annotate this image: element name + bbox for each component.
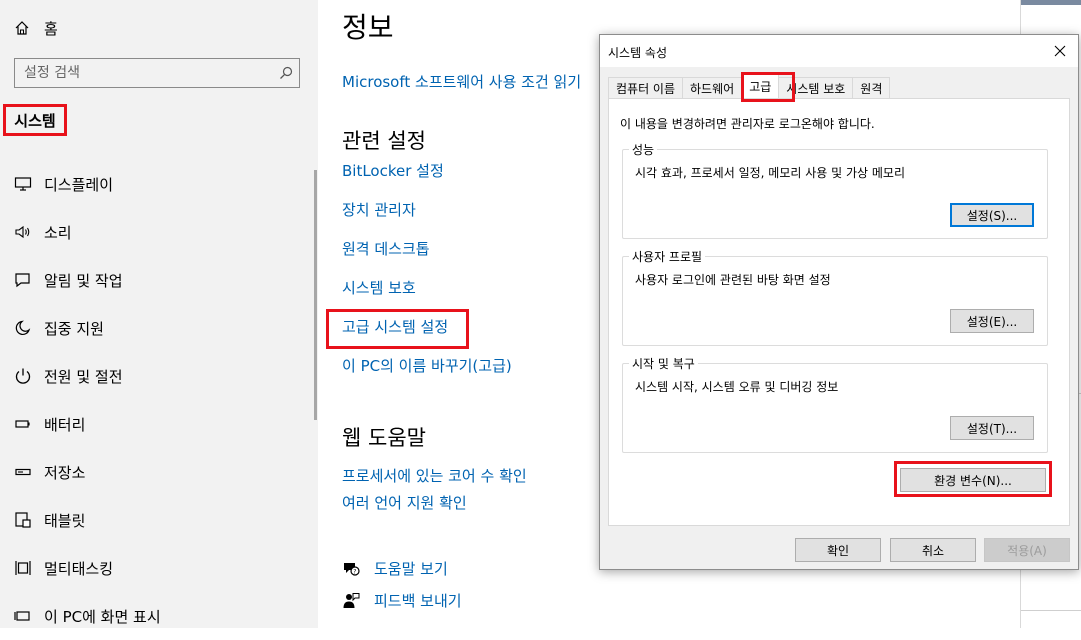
dialog-title: 시스템 속성 <box>608 46 668 60</box>
sidebar-item-project-to-pc[interactable]: 이 PC에 화면 표시 <box>0 592 318 640</box>
sidebar-item-multitasking[interactable]: 멀티태스킹 <box>0 544 318 592</box>
sidebar-item-label: 소리 <box>44 223 72 242</box>
sidebar-item-notifications[interactable]: 알림 및 작업 <box>0 256 318 304</box>
sidebar-item-battery[interactable]: 배터리 <box>0 400 318 448</box>
settings-sidebar: 홈 시스템 디스플레이 소리 알림 및 작업 집중 지원 전원 및 절전 <box>0 0 318 628</box>
dialog-title-bar[interactable]: 시스템 속성 <box>600 35 1078 67</box>
tab-computer-name[interactable]: 컴퓨터 이름 <box>608 77 684 98</box>
admin-notice: 이 내용을 변경하려면 관리자로 로그온해야 합니다. <box>620 117 875 131</box>
system-section-title: 시스템 <box>3 104 67 136</box>
performance-description: 시각 효과, 프로세서 일정, 메모리 사용 및 가상 메모리 <box>635 166 905 180</box>
web-help-heading: 웹 도움말 <box>342 426 426 450</box>
sidebar-item-power[interactable]: 전원 및 절전 <box>0 352 318 400</box>
search-icon[interactable] <box>273 66 299 80</box>
desktop-wallpaper-edge <box>1021 0 1081 5</box>
sidebar-item-sound[interactable]: 소리 <box>0 208 318 256</box>
moon-icon <box>14 320 44 336</box>
processor-cores-link[interactable]: 프로세서에 있는 코어 수 확인 <box>342 465 527 486</box>
user-profiles-description: 사용자 로그인에 관련된 바탕 화면 설정 <box>635 273 831 287</box>
sidebar-item-label: 이 PC에 화면 표시 <box>44 607 161 626</box>
sidebar-item-label: 집중 지원 <box>44 319 104 338</box>
power-icon <box>14 367 44 385</box>
user-profiles-settings-button[interactable]: 설정(E)... <box>950 309 1034 333</box>
sidebar-item-label: 저장소 <box>44 463 86 482</box>
performance-settings-button[interactable]: 설정(S)... <box>950 203 1034 227</box>
sidebar-item-label: 디스플레이 <box>44 175 114 194</box>
tab-remote[interactable]: 원격 <box>852 77 891 98</box>
speaker-icon <box>14 224 44 240</box>
tablet-icon <box>14 511 44 529</box>
svg-text:?: ? <box>353 568 356 575</box>
device-manager-link[interactable]: 장치 관리자 <box>342 199 416 220</box>
sidebar-item-focus-assist[interactable]: 집중 지원 <box>0 304 318 352</box>
startup-recovery-description: 시스템 시작, 시스템 오류 및 디버깅 정보 <box>635 380 839 394</box>
sidebar-item-label: 멀티태스킹 <box>44 559 114 578</box>
sidebar-item-label: 전원 및 절전 <box>44 367 123 386</box>
feedback-icon <box>342 592 374 610</box>
sidebar-nav: 디스플레이 소리 알림 및 작업 집중 지원 전원 및 절전 배터리 저장소 태… <box>0 160 318 640</box>
startup-recovery-legend: 시작 및 복구 <box>629 355 698 372</box>
related-settings-heading: 관련 설정 <box>342 129 426 153</box>
get-help-link[interactable]: ? 도움말 보기 <box>342 558 448 579</box>
sidebar-item-storage[interactable]: 저장소 <box>0 448 318 496</box>
battery-icon <box>14 416 44 432</box>
home-icon <box>14 20 44 36</box>
tab-hardware[interactable]: 하드웨어 <box>682 77 743 98</box>
page-title: 정보 <box>342 11 394 44</box>
close-icon[interactable] <box>1050 41 1070 61</box>
rename-pc-link[interactable]: 이 PC의 이름 바꾸기(고급) <box>342 355 512 376</box>
startup-recovery-settings-button[interactable]: 설정(T)... <box>950 416 1034 440</box>
bitlocker-settings-link[interactable]: BitLocker 설정 <box>342 160 444 181</box>
sidebar-item-label: 알림 및 작업 <box>44 271 123 290</box>
multitasking-icon <box>14 559 44 577</box>
divider <box>1021 610 1081 611</box>
sidebar-scrollbar[interactable] <box>314 170 317 420</box>
monitor-icon <box>14 176 44 192</box>
apply-button[interactable]: 적용(A) <box>984 538 1070 562</box>
advanced-settings-highlight <box>326 309 469 349</box>
send-feedback-label: 피드백 보내기 <box>374 592 462 610</box>
get-help-label: 도움말 보기 <box>374 560 448 578</box>
language-support-link[interactable]: 여러 언어 지원 확인 <box>342 492 467 513</box>
sidebar-item-display[interactable]: 디스플레이 <box>0 160 318 208</box>
remote-desktop-link[interactable]: 원격 데스크톱 <box>342 238 430 259</box>
sidebar-item-label: 배터리 <box>44 415 86 434</box>
system-properties-dialog: 시스템 속성 컴퓨터 이름 하드웨어 고급 시스템 보호 원격 이 내용을 변경… <box>599 34 1079 570</box>
advanced-tab-highlight <box>741 72 795 102</box>
sidebar-item-tablet[interactable]: 태블릿 <box>0 496 318 544</box>
ok-button[interactable]: 확인 <box>795 538 881 562</box>
storage-icon <box>14 464 44 480</box>
environment-variables-highlight <box>894 461 1052 497</box>
license-terms-link[interactable]: Microsoft 소프트웨어 사용 조건 읽기 <box>342 71 581 92</box>
notification-icon <box>14 272 44 288</box>
user-profiles-legend: 사용자 프로필 <box>629 248 706 265</box>
sidebar-item-label: 태블릿 <box>44 511 86 530</box>
performance-legend: 성능 <box>629 141 658 158</box>
home-nav-item[interactable]: 홈 <box>14 16 58 40</box>
cancel-button[interactable]: 취소 <box>890 538 976 562</box>
project-icon <box>14 608 44 624</box>
settings-search-box[interactable] <box>14 58 300 88</box>
help-chat-icon: ? <box>342 561 374 577</box>
system-protection-link[interactable]: 시스템 보호 <box>342 277 416 298</box>
home-label: 홈 <box>44 19 58 38</box>
search-input[interactable] <box>15 59 273 87</box>
send-feedback-link[interactable]: 피드백 보내기 <box>342 590 462 611</box>
